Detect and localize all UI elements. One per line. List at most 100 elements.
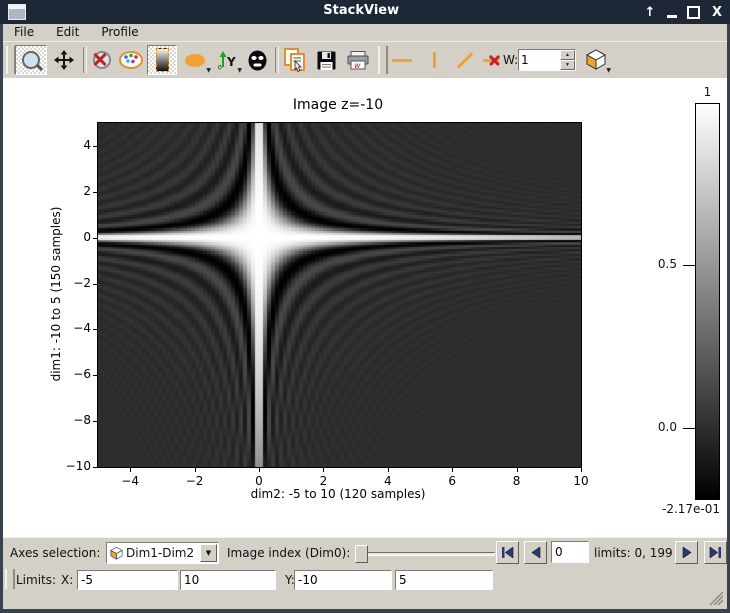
toolbar-handle[interactable] bbox=[378, 46, 388, 74]
y-tick-mark bbox=[93, 284, 97, 285]
maximize-button[interactable] bbox=[687, 6, 700, 19]
colorbar-tick-label: 0.0 bbox=[639, 420, 677, 434]
combo-cube-icon bbox=[109, 546, 124, 561]
y-tick-label: 2 bbox=[59, 184, 91, 198]
cube-3d-icon bbox=[584, 49, 608, 71]
x-tick-label: 2 bbox=[320, 474, 328, 488]
y-tick-label: −4 bbox=[59, 321, 91, 335]
y-tick-mark bbox=[93, 238, 97, 239]
y-tick-label: 0 bbox=[59, 230, 91, 244]
y-max-field[interactable] bbox=[395, 570, 493, 590]
autoscale-y-button[interactable]: Y 0 ▼ bbox=[212, 45, 242, 75]
line-width-spinbox[interactable]: ▲ ▼ bbox=[518, 49, 576, 71]
y-min-field[interactable] bbox=[294, 570, 392, 590]
print-icon: w bbox=[347, 51, 369, 70]
colorbar-toggle-icon bbox=[156, 48, 169, 72]
pan-button[interactable] bbox=[49, 45, 79, 75]
palette-icon bbox=[119, 51, 143, 69]
bottom-panel: Axes selection: Dim1-Dim2 ▼ Image index … bbox=[3, 537, 727, 609]
y-max-input[interactable] bbox=[396, 571, 492, 589]
x-tick-mark bbox=[452, 468, 453, 472]
limits-toolbar-handle[interactable] bbox=[5, 569, 15, 589]
add-vline-button[interactable] bbox=[420, 45, 448, 75]
mask-button[interactable] bbox=[243, 45, 272, 75]
index-value-field[interactable] bbox=[551, 541, 589, 563]
last-icon bbox=[709, 547, 722, 558]
svg-text:w: w bbox=[354, 61, 361, 70]
spin-down-icon[interactable]: ▼ bbox=[560, 60, 575, 70]
ellipse-roi-button[interactable]: ▼ bbox=[179, 45, 211, 75]
plot-axes bbox=[97, 122, 582, 468]
palette-button[interactable] bbox=[116, 45, 146, 75]
x-tick-label: 0 bbox=[255, 474, 263, 488]
figure-area: Image z=-10 dim2: -5 to 10 (120 samples)… bbox=[3, 78, 727, 537]
y-tick-mark bbox=[93, 192, 97, 193]
index-value-input[interactable] bbox=[552, 542, 588, 562]
resize-grip[interactable] bbox=[708, 592, 723, 605]
x-tick-mark bbox=[323, 468, 324, 472]
print-button[interactable]: w bbox=[343, 45, 372, 75]
x-axis-label: dim2: -5 to 10 (120 samples) bbox=[251, 487, 426, 501]
cube-3d-button[interactable]: ▼ bbox=[581, 45, 611, 75]
stackview-window: StackView ↑ X File Edit Profile bbox=[0, 0, 730, 613]
index-limits-label: limits: 0, 199 bbox=[594, 546, 673, 560]
x-tick-mark bbox=[388, 468, 389, 472]
x-min-input[interactable] bbox=[78, 571, 177, 589]
save-icon bbox=[317, 51, 336, 70]
chevron-down-icon: ▼ bbox=[206, 549, 211, 557]
x-max-field[interactable] bbox=[180, 570, 276, 590]
plot-title: Image z=-10 bbox=[293, 97, 383, 113]
menubar: File Edit Profile bbox=[3, 24, 727, 42]
add-line-button[interactable] bbox=[451, 45, 479, 75]
y-tick-label: −10 bbox=[59, 459, 91, 473]
y-tick-label: −2 bbox=[59, 276, 91, 290]
zoom-button[interactable] bbox=[15, 45, 47, 75]
window-title: StackView bbox=[323, 3, 399, 18]
colorbar-tick-mark bbox=[683, 265, 695, 266]
x-tick-label: −4 bbox=[121, 474, 139, 488]
window-menu-icon[interactable] bbox=[8, 4, 26, 20]
x-tick-mark bbox=[517, 468, 518, 472]
x-max-input[interactable] bbox=[181, 571, 275, 589]
y-min-input[interactable] bbox=[295, 571, 391, 589]
combo-dropdown-button[interactable]: ▼ bbox=[200, 544, 217, 562]
copy-plot-button[interactable] bbox=[280, 45, 310, 75]
x-min-field[interactable] bbox=[77, 570, 178, 590]
heatmap-image[interactable] bbox=[98, 123, 581, 467]
toolbar-separator bbox=[275, 47, 279, 73]
x-tick-label: 8 bbox=[513, 474, 521, 488]
x-tick-label: 10 bbox=[573, 474, 588, 488]
colorbar-toggle-button[interactable] bbox=[147, 45, 177, 75]
next-index-button[interactable] bbox=[675, 541, 698, 564]
axes-selection-value: Dim1-Dim2 bbox=[124, 546, 200, 560]
axes-selection-label: Axes selection: bbox=[10, 546, 100, 560]
last-index-button[interactable] bbox=[704, 541, 727, 564]
spin-up-icon[interactable]: ▲ bbox=[560, 50, 575, 60]
close-button[interactable]: X bbox=[710, 5, 724, 20]
slider-handle[interactable] bbox=[355, 545, 368, 563]
axes-selection-combobox[interactable]: Dim1-Dim2 ▼ bbox=[106, 542, 219, 564]
shade-button[interactable]: ↑ bbox=[643, 5, 657, 20]
menu-edit[interactable]: Edit bbox=[45, 24, 90, 41]
menu-file[interactable]: File bbox=[3, 24, 45, 41]
first-index-button[interactable] bbox=[496, 541, 519, 564]
y-tick-label: −8 bbox=[59, 413, 91, 427]
menu-profile[interactable]: Profile bbox=[90, 24, 149, 41]
add-hline-button[interactable] bbox=[388, 45, 416, 75]
mask-icon bbox=[248, 50, 267, 71]
pan-icon bbox=[54, 50, 74, 70]
dropdown-arrow-icon: ▼ bbox=[606, 68, 611, 74]
line-width-input[interactable] bbox=[519, 50, 560, 70]
previous-index-button[interactable] bbox=[524, 541, 547, 564]
titlebar: StackView ↑ X bbox=[0, 0, 730, 24]
minimize-button[interactable] bbox=[667, 15, 677, 18]
slider-groove[interactable] bbox=[355, 552, 495, 556]
save-button[interactable] bbox=[312, 45, 341, 75]
image-index-label: Image index (Dim0): bbox=[227, 546, 350, 560]
image-index-slider[interactable] bbox=[355, 544, 495, 564]
clear-plot-button[interactable] bbox=[87, 45, 116, 75]
x-tick-mark bbox=[581, 468, 582, 472]
x-tick-mark bbox=[259, 468, 260, 472]
colorbar bbox=[695, 103, 720, 500]
y-tick-mark bbox=[93, 375, 97, 376]
